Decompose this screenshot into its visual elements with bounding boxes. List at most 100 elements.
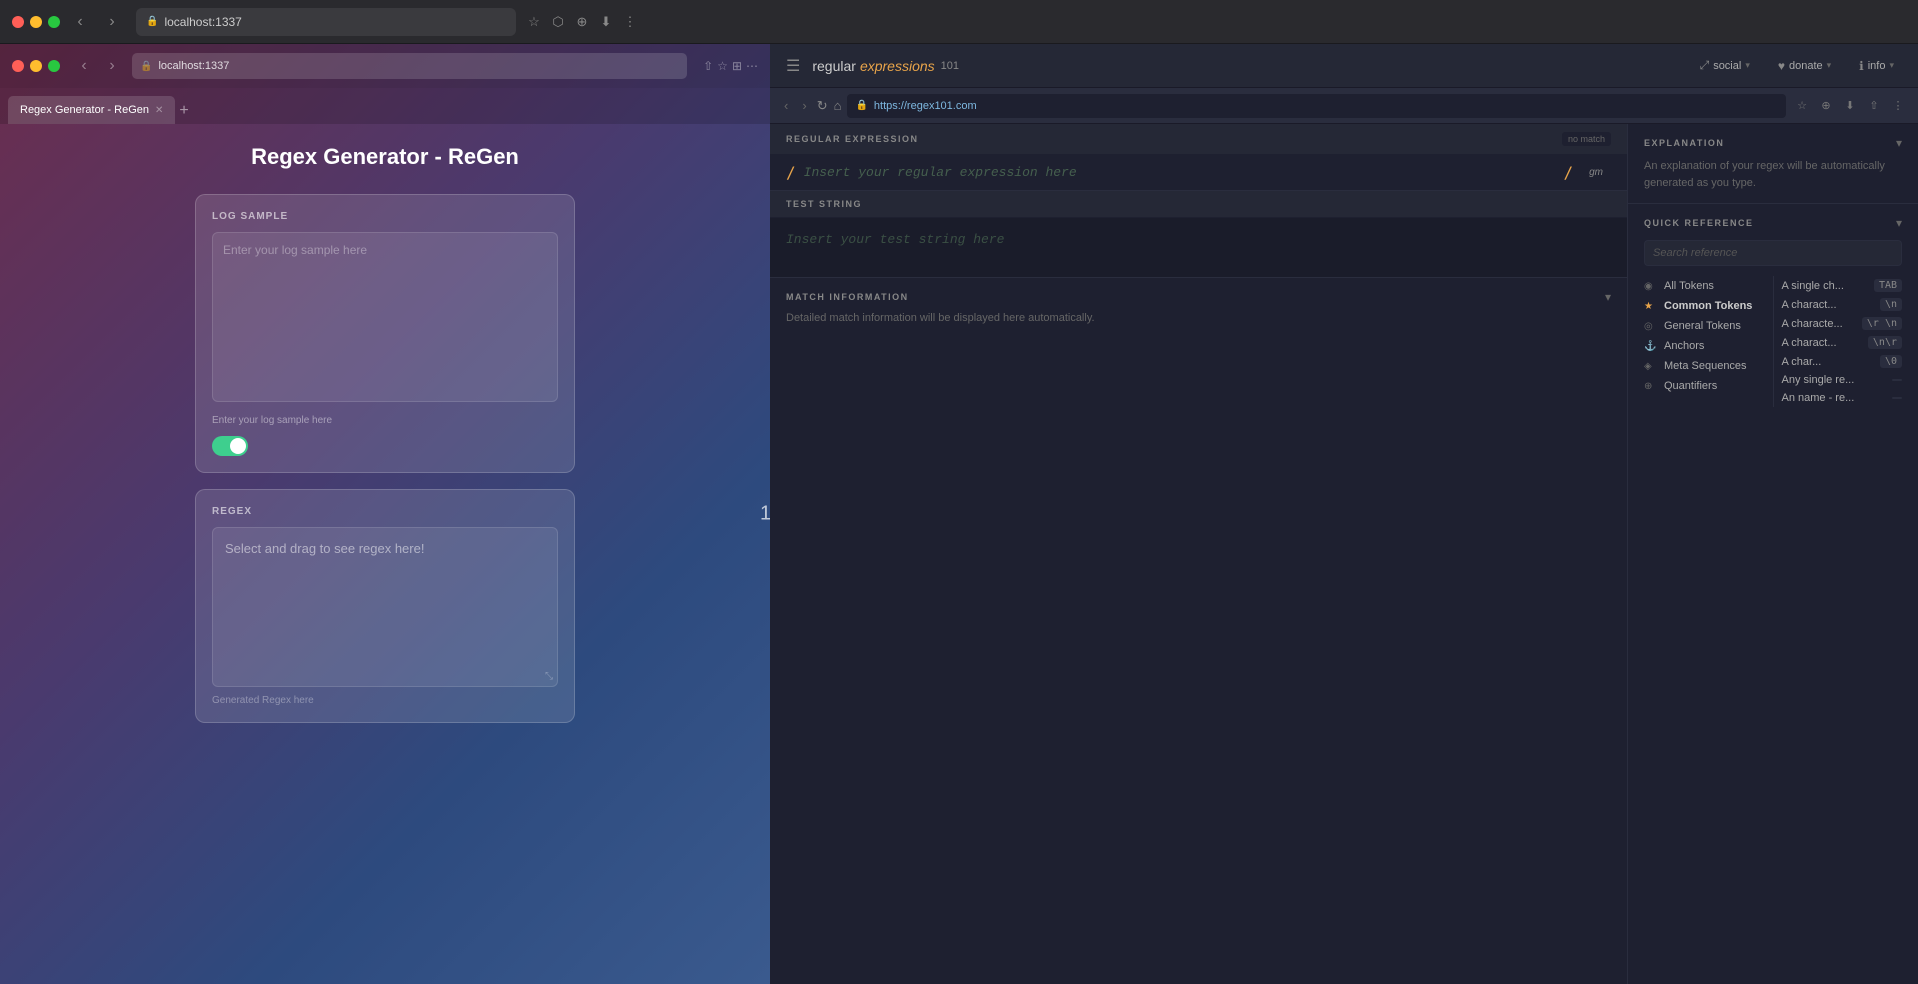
star-icon-qr: ★ bbox=[1644, 301, 1658, 312]
explanation-collapse-btn[interactable]: ▾ bbox=[1896, 136, 1902, 150]
explanation-text: An explanation of your regex will be aut… bbox=[1644, 158, 1902, 191]
regen-address-bar[interactable]: 🔒 localhost:1337 bbox=[132, 53, 687, 79]
regen-tab-close[interactable]: ✕ bbox=[155, 105, 163, 116]
qr-item-meta-sequences[interactable]: ◈ Meta Sequences bbox=[1644, 356, 1765, 376]
regen-topbar: ‹ › 🔒 localhost:1337 ⇧ ☆ ⊞ ⋯ bbox=[0, 44, 770, 88]
qr-entry-4[interactable]: A charact... \n\r bbox=[1782, 333, 1903, 352]
regen-minimize-btn[interactable] bbox=[30, 60, 42, 72]
menu-icon[interactable]: ⋮ bbox=[620, 12, 640, 32]
browser-window: ‹ › 🔒 localhost:1337 ☆ ⬡ ⊕ ⬇ ⋮ bbox=[0, 0, 1918, 984]
qr-entry-3[interactable]: A characte... \r \n bbox=[1782, 314, 1903, 333]
regen-active-tab[interactable]: Regex Generator - ReGen ✕ bbox=[8, 96, 175, 124]
match-info-text: Detailed match information will be displ… bbox=[786, 310, 1611, 327]
regex101-header: ☰ regular expressions 101 ⤢ social ▾ ♥ d… bbox=[770, 44, 1918, 88]
anchors-label: Anchors bbox=[1664, 340, 1704, 352]
quick-ref-right-column: A single ch... TAB A charact... \n A cha… bbox=[1774, 276, 1903, 407]
all-tokens-label: All Tokens bbox=[1664, 280, 1714, 292]
qr-item-all-tokens[interactable]: ◉ All Tokens bbox=[1644, 276, 1765, 296]
regen-more-icon[interactable]: ⋯ bbox=[746, 59, 758, 73]
quantifiers-label: Quantifiers bbox=[1664, 380, 1717, 392]
qr-badge-5: \0 bbox=[1880, 355, 1902, 368]
test-string-input[interactable] bbox=[786, 232, 1611, 247]
regen-forward-btn[interactable]: › bbox=[100, 54, 124, 78]
browser-top-bar: ‹ › 🔒 localhost:1337 ☆ ⬡ ⊕ ⬇ ⋮ bbox=[0, 0, 1918, 44]
regen-share-icon[interactable]: ⇧ bbox=[703, 59, 713, 73]
regex-content-area: Select and drag to see regex here! ⤡ bbox=[212, 527, 558, 687]
regex101-pane: ☰ regular expressions 101 ⤢ social ▾ ♥ d… bbox=[770, 44, 1918, 984]
puzzle-icon[interactable]: ⊕ bbox=[572, 12, 592, 32]
forward-button[interactable]: › bbox=[100, 10, 124, 34]
download-icon[interactable]: ⬇ bbox=[596, 12, 616, 32]
flags-badge[interactable]: gm bbox=[1581, 165, 1611, 180]
donate-label: donate bbox=[1789, 60, 1823, 72]
regex101-logo: regular expressions 101 bbox=[812, 58, 959, 74]
regen-close-btn[interactable] bbox=[12, 60, 24, 72]
quick-ref-header: QUICK REFERENCE ▾ bbox=[1644, 216, 1902, 230]
qr-badge-4: \n\r bbox=[1868, 336, 1902, 349]
minimize-button[interactable] bbox=[30, 16, 42, 28]
qr-text-2: A charact... bbox=[1782, 299, 1837, 311]
regen-back-btn[interactable]: ‹ bbox=[72, 54, 96, 78]
maximize-button[interactable] bbox=[48, 16, 60, 28]
donate-button[interactable]: ♥ donate ▾ bbox=[1770, 55, 1839, 77]
regen-lock-icon: 🔒 bbox=[140, 61, 152, 72]
quick-ref-collapse-btn[interactable]: ▾ bbox=[1896, 216, 1902, 230]
qr-badge-2: \n bbox=[1880, 298, 1902, 311]
qr-item-quantifiers[interactable]: ⊕ Quantifiers bbox=[1644, 376, 1765, 396]
log-sample-hint: Enter your log sample here bbox=[212, 415, 558, 426]
explanation-header: EXPLANATION ▾ bbox=[1644, 136, 1902, 150]
regen-content-area: Regex Generator - ReGen LOG SAMPLE Enter… bbox=[0, 124, 770, 984]
qr-entry-7[interactable]: An name - re... bbox=[1782, 389, 1903, 407]
test-string-label: TEST STRING bbox=[786, 199, 862, 209]
info-label: info bbox=[1868, 60, 1886, 72]
resize-handle[interactable]: ⤡ bbox=[545, 671, 553, 682]
qr-entry-6[interactable]: Any single re... bbox=[1782, 371, 1903, 389]
regen-bookmark-icon[interactable]: ☆ bbox=[717, 59, 728, 73]
match-info-section: MATCH INFORMATION ▾ Detailed match infor… bbox=[770, 278, 1627, 984]
regen-add-tab-btn[interactable]: + bbox=[175, 98, 192, 124]
qr-item-common-tokens[interactable]: ★ Common Tokens bbox=[1644, 296, 1765, 316]
more-icon-2[interactable]: ⋮ bbox=[1888, 96, 1908, 116]
regen-grid-icon[interactable]: ⊞ bbox=[732, 59, 742, 73]
extension-icon[interactable]: ⬡ bbox=[548, 12, 568, 32]
quick-ref-search-input[interactable] bbox=[1644, 240, 1902, 266]
close-slash: / bbox=[1563, 163, 1573, 182]
extension-icon-2[interactable]: ⊕ bbox=[1816, 96, 1836, 116]
hamburger-icon[interactable]: ☰ bbox=[786, 56, 800, 76]
regex101-refresh-btn[interactable]: ↻ bbox=[817, 98, 828, 114]
qr-entry-5[interactable]: A char... \0 bbox=[1782, 352, 1903, 371]
qr-entry-1[interactable]: A single ch... TAB bbox=[1782, 276, 1903, 295]
log-sample-toggle[interactable] bbox=[212, 436, 248, 456]
close-button[interactable] bbox=[12, 16, 24, 28]
bookmark-icon[interactable]: ☆ bbox=[1792, 96, 1812, 116]
regen-maximize-btn[interactable] bbox=[48, 60, 60, 72]
quick-ref-columns: ◉ All Tokens ★ Common Tokens ◎ General T… bbox=[1644, 276, 1902, 407]
test-string-header: TEST STRING bbox=[770, 191, 1627, 218]
qr-item-anchors[interactable]: ⚓ Anchors bbox=[1644, 336, 1765, 356]
qr-entry-2[interactable]: A charact... \n bbox=[1782, 295, 1903, 314]
quick-ref-label: QUICK REFERENCE bbox=[1644, 218, 1754, 228]
info-button[interactable]: ℹ info ▾ bbox=[1851, 55, 1902, 77]
regex101-back-btn[interactable]: ‹ bbox=[780, 96, 792, 115]
info-dropdown-icon: ▾ bbox=[1889, 60, 1894, 71]
left-address-bar[interactable]: 🔒 localhost:1337 bbox=[136, 8, 516, 36]
match-info-collapse-btn[interactable]: ▾ bbox=[1605, 290, 1611, 304]
back-button[interactable]: ‹ bbox=[68, 10, 92, 34]
meta-sequences-icon: ◈ bbox=[1644, 361, 1658, 372]
log-sample-textarea[interactable] bbox=[212, 232, 558, 402]
regex-placeholder-text: Select and drag to see regex here! bbox=[225, 541, 424, 556]
star-icon[interactable]: ☆ bbox=[524, 12, 544, 32]
regex-input-field[interactable] bbox=[804, 165, 1556, 180]
regex101-toolbar-icons: ☆ ⊕ ⬇ ⇧ ⋮ bbox=[1792, 96, 1908, 116]
qr-text-5: A char... bbox=[1782, 356, 1822, 368]
traffic-lights bbox=[12, 16, 60, 28]
share-icon-2[interactable]: ⇧ bbox=[1864, 96, 1884, 116]
download-icon-2[interactable]: ⬇ bbox=[1840, 96, 1860, 116]
toggle-container bbox=[212, 436, 558, 456]
regex101-home-btn[interactable]: ⌂ bbox=[834, 98, 842, 113]
divider-number: 1 bbox=[760, 503, 770, 526]
regex101-forward-btn[interactable]: › bbox=[798, 96, 810, 115]
social-button[interactable]: ⤢ social ▾ bbox=[1692, 54, 1758, 77]
qr-item-general-tokens[interactable]: ◎ General Tokens bbox=[1644, 316, 1765, 336]
regex101-url-bar[interactable]: 🔒 https://regex101.com bbox=[847, 94, 1786, 118]
